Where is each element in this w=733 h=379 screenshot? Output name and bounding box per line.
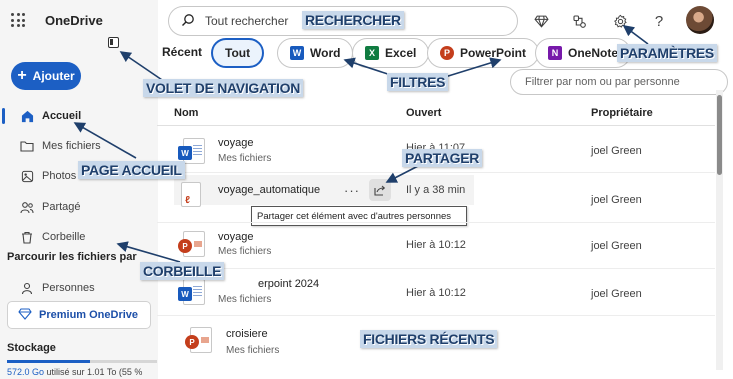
app-title: OneDrive bbox=[45, 13, 103, 28]
file-owner: joel Green bbox=[591, 194, 642, 206]
callout-share: PARTAGER bbox=[402, 149, 483, 167]
callout-search: RECHERCHER bbox=[302, 11, 404, 29]
chip-label: OneNote bbox=[568, 46, 619, 60]
file-opened: Il y a 38 min bbox=[406, 184, 466, 196]
onenote-icon: N bbox=[548, 46, 562, 60]
share-hub-icon[interactable] bbox=[568, 10, 590, 32]
chip-label: PowerPoint bbox=[460, 46, 527, 60]
callout-settings: PARAMÈTRES bbox=[617, 44, 717, 62]
file-location: Mes fichiers bbox=[218, 246, 272, 257]
storage-bar bbox=[7, 360, 157, 363]
column-header-owner[interactable]: Propriétaire bbox=[591, 107, 653, 119]
sidebar-item-label: Mes fichiers bbox=[42, 140, 101, 152]
avatar[interactable] bbox=[686, 6, 714, 34]
file-owner: joel Green bbox=[591, 288, 642, 300]
file-name[interactable]: voyage_automatique bbox=[218, 184, 320, 196]
pdf-file-icon: ℓ bbox=[181, 182, 201, 207]
sidebar-item-people[interactable]: Personnes bbox=[20, 281, 95, 295]
header-divider bbox=[157, 125, 715, 126]
settings-icon[interactable] bbox=[609, 10, 631, 32]
sidebar-item-trash[interactable]: Corbeille bbox=[20, 230, 85, 244]
people-icon bbox=[20, 200, 34, 214]
sidebar-item-photos[interactable]: Photos bbox=[20, 169, 76, 183]
home-icon bbox=[20, 109, 34, 123]
chip-label: Excel bbox=[385, 46, 417, 60]
sidebar-item-home[interactable]: Accueil bbox=[20, 109, 81, 123]
diamond-icon bbox=[18, 307, 32, 323]
word-icon: W bbox=[290, 46, 304, 60]
premium-button-label: Premium OneDrive bbox=[39, 309, 139, 321]
filter-chip-excel[interactable]: X Excel bbox=[352, 38, 430, 68]
chip-label: Word bbox=[310, 46, 341, 60]
callout-recent-files: FICHIERS RÉCENTS bbox=[360, 330, 498, 348]
row-divider bbox=[157, 268, 715, 269]
collapse-nav-icon[interactable] bbox=[108, 37, 119, 48]
powerpoint-icon: P bbox=[440, 46, 454, 60]
active-indicator bbox=[2, 108, 5, 124]
sidebar-item-label: Personnes bbox=[42, 282, 95, 294]
app-launcher-icon[interactable] bbox=[11, 13, 25, 27]
trash-icon bbox=[20, 230, 34, 244]
callout-home: PAGE ACCUEIL bbox=[78, 161, 185, 179]
folder-icon bbox=[20, 139, 34, 153]
file-name[interactable]: croisiere bbox=[226, 328, 268, 340]
sidebar-item-label: Photos bbox=[42, 170, 77, 182]
photo-icon bbox=[20, 169, 34, 183]
sidebar-item-label: Accueil bbox=[42, 110, 82, 122]
callout-nav-pane: VOLET DE NAVIGATION bbox=[143, 79, 304, 97]
column-header-name[interactable]: Nom bbox=[174, 107, 198, 119]
name-filter-input[interactable] bbox=[510, 69, 728, 95]
row-divider bbox=[157, 222, 715, 223]
premium-button[interactable]: Premium OneDrive bbox=[7, 301, 151, 329]
sidebar-item-label: Corbeille bbox=[42, 231, 86, 243]
filter-chip-powerpoint[interactable]: P PowerPoint bbox=[427, 38, 540, 68]
powerpoint-file-icon: P bbox=[178, 231, 205, 257]
storage-fill bbox=[7, 360, 90, 363]
file-name[interactable]: voyage bbox=[218, 231, 253, 243]
file-opened: Hier à 10:12 bbox=[406, 287, 466, 299]
file-location: Mes fichiers bbox=[218, 153, 272, 164]
file-owner: joel Green bbox=[591, 240, 642, 252]
callout-filters: FILTRES bbox=[387, 73, 449, 91]
search-icon bbox=[181, 13, 195, 30]
file-location: Mes fichiers bbox=[218, 294, 272, 305]
storage-used: 572.0 Go bbox=[7, 367, 45, 377]
file-location: Mes fichiers bbox=[226, 345, 280, 356]
file-name[interactable]: erpoint 2024 bbox=[258, 278, 319, 290]
storage-title: Stockage bbox=[7, 342, 56, 354]
add-button-label: Ajouter bbox=[32, 69, 75, 83]
chip-label: Tout bbox=[225, 46, 251, 60]
more-options-icon[interactable]: ··· bbox=[344, 183, 360, 198]
column-header-opened[interactable]: Ouvert bbox=[406, 107, 441, 119]
sidebar-item-my-files[interactable]: Mes fichiers bbox=[20, 139, 101, 153]
excel-icon: X bbox=[365, 46, 379, 60]
sidebar-item-label: Partagé bbox=[42, 201, 81, 213]
plus-icon: + bbox=[17, 67, 27, 84]
share-icon bbox=[374, 185, 386, 196]
browse-section-title: Parcourir les fichiers par bbox=[7, 251, 137, 263]
premium-diamond-icon[interactable] bbox=[530, 10, 552, 32]
help-icon[interactable]: ? bbox=[648, 10, 670, 32]
file-owner: joel Green bbox=[591, 145, 642, 157]
file-name[interactable]: voyage bbox=[218, 137, 253, 149]
word-file-icon: W bbox=[178, 138, 205, 164]
person-icon bbox=[20, 281, 34, 295]
powerpoint-file-icon: P bbox=[185, 327, 212, 353]
navigation-pane: OneDrive + Ajouter Accueil Mes fichiers … bbox=[0, 0, 158, 379]
recent-label: Récent bbox=[162, 45, 203, 59]
row-divider bbox=[157, 172, 715, 173]
storage-rest: utilisé sur 1.01 To (55 % bbox=[44, 367, 143, 377]
file-opened: Hier à 10:12 bbox=[406, 239, 466, 251]
add-button[interactable]: + Ajouter bbox=[11, 62, 81, 90]
word-file-icon: W bbox=[178, 279, 205, 305]
storage-usage-text: 572.0 Go utilisé sur 1.01 To (55 % bbox=[7, 367, 142, 377]
filter-chip-all[interactable]: Tout bbox=[211, 38, 265, 68]
callout-trash: CORBEILLE bbox=[140, 262, 225, 280]
scrollbar[interactable] bbox=[717, 95, 722, 175]
share-button[interactable] bbox=[369, 179, 391, 201]
row-divider bbox=[157, 315, 715, 316]
sidebar-item-shared[interactable]: Partagé bbox=[20, 200, 81, 214]
share-tooltip: Partager cet élément avec d'autres perso… bbox=[251, 206, 467, 226]
filter-chip-word[interactable]: W Word bbox=[277, 38, 354, 68]
